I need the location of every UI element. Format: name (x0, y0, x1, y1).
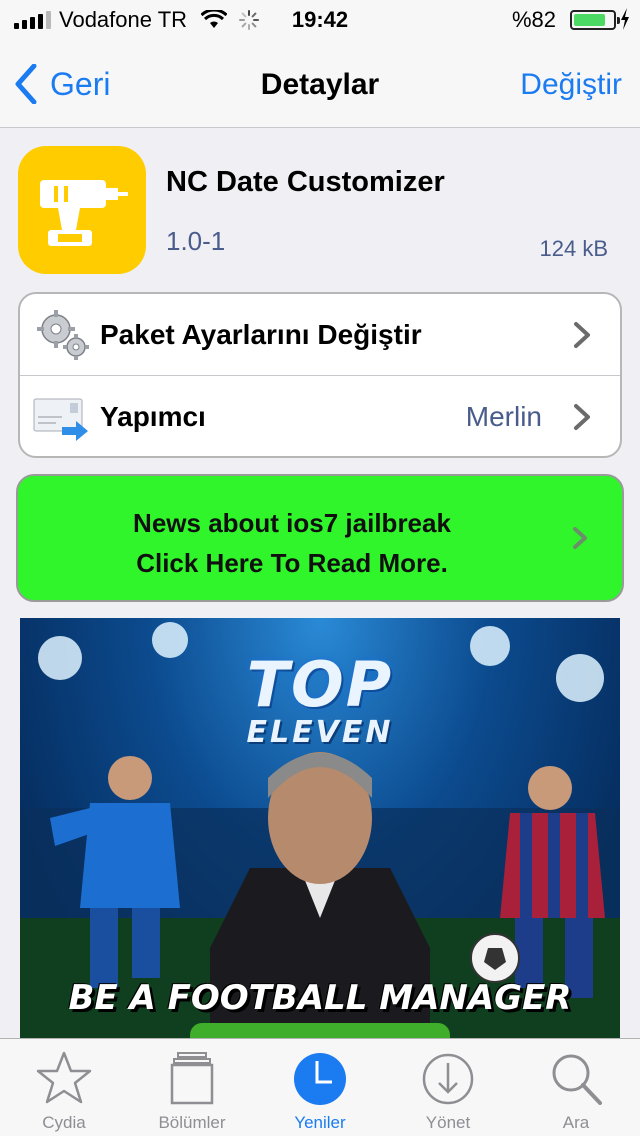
tab-label: Ara (562, 1113, 590, 1132)
package-version: 1.0-1 (166, 226, 226, 256)
search-icon (552, 1054, 602, 1105)
ad-logo-top: TOP (246, 648, 394, 721)
ad-logo: TOP ELEVEN (20, 640, 620, 750)
package-name: NC Date Customizer (166, 166, 445, 198)
news-headline: News about ios7 jailbreak (133, 508, 451, 538)
clock-icon (294, 1053, 346, 1105)
ad-logo-bottom: ELEVEN (246, 715, 394, 750)
sections-icon (170, 1052, 214, 1105)
author-name: Merlin (465, 401, 542, 432)
ad-slogan: BE A FOOTBALL MANAGER (68, 978, 572, 1018)
tab-sections[interactable]: Bölümler (128, 1039, 256, 1136)
news-call-to-action: Click Here To Read More. (136, 548, 448, 578)
tab-label: Cydia (42, 1113, 86, 1132)
news-banner-button[interactable]: News about ios7 jailbreak Click Here To … (16, 474, 624, 602)
list-item-label: Yapımcı (100, 401, 206, 432)
tab-label: Yönet (425, 1113, 471, 1132)
tab-changes[interactable]: Yeniler (256, 1039, 384, 1136)
tab-label: Yeniler (294, 1113, 346, 1132)
tab-label: Bölümler (158, 1113, 226, 1132)
star-icon (36, 1051, 92, 1104)
status-bar: Vodafone TR 19:42 %82 (0, 0, 640, 40)
charging-bolt-icon (621, 8, 629, 30)
drill-icon (18, 146, 146, 274)
edit-button[interactable]: Değiştir (520, 68, 622, 102)
list-item-label: Paket Ayarlarını Değiştir (100, 318, 422, 350)
tab-manage[interactable]: Yönet (384, 1039, 512, 1136)
download-icon (422, 1053, 474, 1105)
package-options-list: Paket Ayarlarını Değiştir Yapımcı Merlin (18, 292, 622, 458)
battery-percent: %82 (511, 7, 556, 32)
ad-banner-image[interactable]: TOP ELEVEN BE A FOOTBALL MANAGER (20, 618, 620, 1048)
tab-search[interactable]: Ara (512, 1039, 640, 1136)
tab-cydia[interactable]: Cydia (0, 1039, 128, 1136)
package-size: 124 kB (539, 236, 609, 261)
gears-icon (37, 309, 89, 360)
mail-forward-icon (33, 398, 88, 441)
chevron-right-icon (574, 404, 590, 430)
tab-bar: Cydia Bölümler Yeniler Yönet Ara (0, 1038, 640, 1136)
navigation-bar: Geri Detaylar Değiştir (0, 40, 640, 128)
list-item-author[interactable]: Yapımcı Merlin (20, 376, 620, 456)
chevron-right-icon (574, 321, 590, 348)
chevron-right-icon (573, 527, 587, 549)
list-item-package-settings[interactable]: Paket Ayarlarını Değiştir (20, 294, 620, 376)
battery-icon (570, 10, 620, 30)
